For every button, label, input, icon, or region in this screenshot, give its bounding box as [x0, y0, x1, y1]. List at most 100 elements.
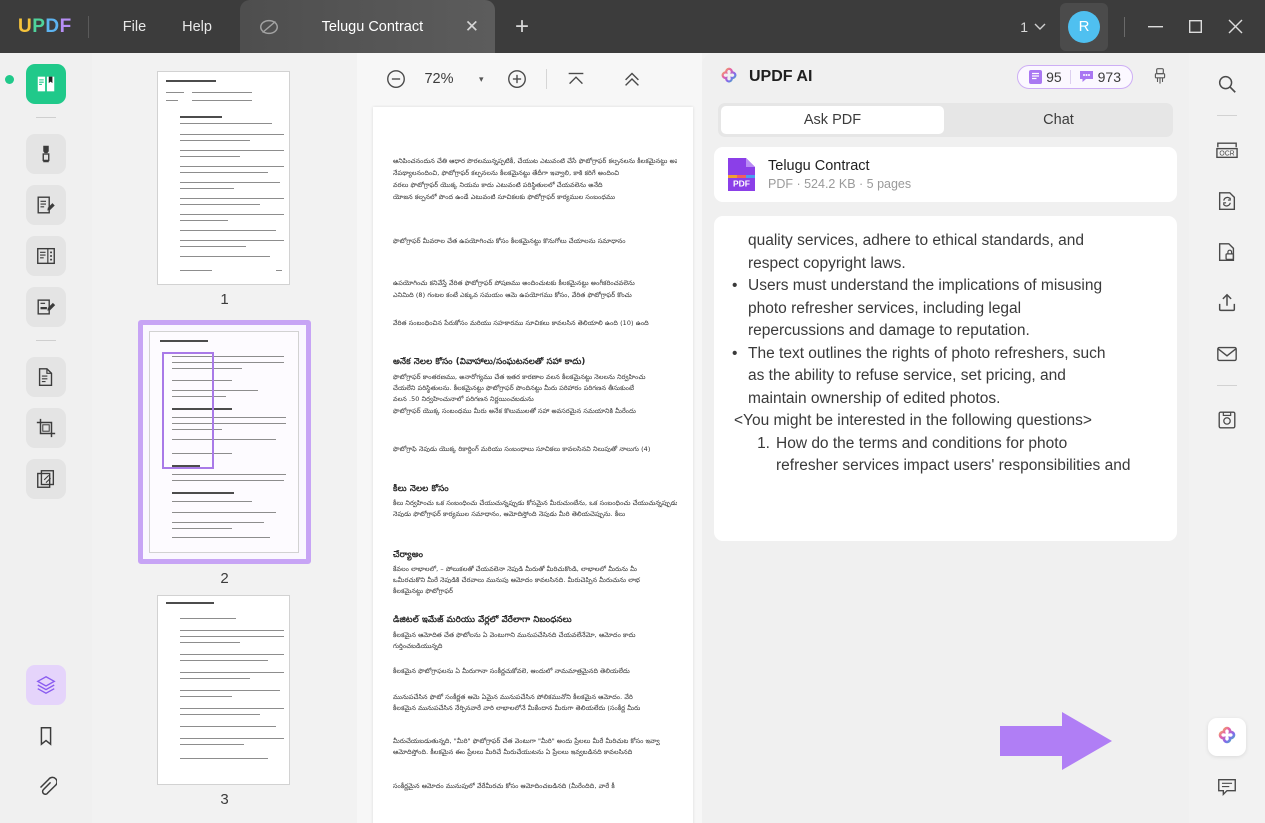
sidebar-page-copy[interactable] [26, 357, 66, 397]
updf-ai-flower-icon [718, 66, 740, 88]
minimize-button[interactable] [1135, 7, 1175, 47]
file-meta: PDF · 524.2 KB · 5 pages [768, 177, 911, 191]
right-rail-divider-1 [1217, 115, 1237, 116]
zoom-in-button[interactable] [500, 62, 534, 96]
page-count-selector[interactable]: 1 [1020, 19, 1046, 35]
convert-tool[interactable] [1207, 181, 1247, 221]
thumbnail-page-2[interactable]: 2 [138, 320, 311, 587]
avatar: R [1068, 11, 1100, 43]
credits-divider [1070, 70, 1071, 84]
thumbnail-panel[interactable]: 1 [92, 53, 357, 823]
chat-line: maintain ownership of edited photos. [748, 388, 1159, 411]
save-tool[interactable] [1207, 400, 1247, 440]
title-bar: U P D F File Help Telugu Contract ✕ + 1 [0, 0, 1265, 53]
sidebar-combine[interactable] [26, 459, 66, 499]
thumbnail-page-3[interactable]: 3 [157, 595, 292, 808]
thumbnail-page-1[interactable]: 1 [157, 53, 292, 308]
window-controls-divider [1124, 17, 1125, 37]
share-upload-icon [1216, 292, 1238, 314]
ai-panel: UPDF AI 95 973 [702, 53, 1189, 823]
ocr-icon: OCR [1215, 139, 1239, 161]
document-credits: 95 [1029, 69, 1062, 85]
left-toolbar [0, 53, 92, 823]
chat-item-number: 1. [750, 433, 776, 456]
updf-window: U P D F File Help Telugu Contract ✕ + 1 [0, 0, 1265, 823]
updf-ai-tool[interactable] [1208, 718, 1246, 756]
collapse-button[interactable] [615, 62, 649, 96]
chat-message-area[interactable]: quality services, adhere to ethical stan… [714, 216, 1177, 541]
zoom-dropdown-button[interactable]: ▾ [479, 74, 484, 85]
credits-badge[interactable]: 95 973 [1017, 65, 1133, 89]
thumbnail-page-2-selection [138, 320, 311, 564]
document-tab[interactable]: Telugu Contract ✕ [240, 0, 495, 53]
close-icon [1228, 19, 1243, 34]
document-toolbar: 72% ▾ [357, 53, 702, 105]
chat-line: photo refresher services, including lega… [748, 298, 1159, 321]
close-button[interactable] [1215, 7, 1255, 47]
viewport-indicator[interactable] [162, 352, 214, 469]
tab-close-icon[interactable]: ✕ [465, 18, 479, 35]
window-controls: 1 R [1020, 3, 1265, 51]
logo-letter-d: D [45, 16, 59, 38]
copy-pages-icon [35, 366, 57, 388]
sidebar-bookmark[interactable] [26, 716, 66, 756]
sidebar-highlight[interactable] [26, 134, 66, 174]
sidebar-annotate[interactable] [26, 185, 66, 225]
new-tab-button[interactable]: + [515, 15, 529, 39]
chat-credits: 973 [1079, 69, 1121, 85]
document-credits-count: 95 [1046, 69, 1062, 85]
chat-line: quality services, adhere to ethical stan… [748, 230, 1159, 253]
comment-tool[interactable] [1207, 767, 1247, 807]
search-icon [1216, 73, 1238, 95]
maximize-icon [1189, 20, 1202, 33]
sidebar-layers[interactable] [26, 665, 66, 705]
sidebar-crop[interactable] [26, 408, 66, 448]
avatar-container[interactable]: R [1060, 3, 1108, 51]
email-tool[interactable] [1207, 334, 1247, 374]
updf-ai-flower-icon [1215, 725, 1239, 749]
menu-help[interactable]: Help [164, 13, 230, 41]
sidebar-edit-text[interactable] [26, 287, 66, 327]
fit-page-button[interactable] [559, 62, 593, 96]
thumbnail-page-1-label: 1 [157, 291, 292, 308]
file-card-text: Telugu Contract PDF · 524.2 KB · 5 pages [768, 158, 911, 191]
zoom-out-icon [385, 68, 407, 90]
share-tool[interactable] [1207, 283, 1247, 323]
ai-panel-header: UPDF AI 95 973 [702, 53, 1189, 101]
chat-line: as the ability to refuse service, set pr… [748, 365, 1159, 388]
clear-chat-button[interactable] [1143, 60, 1177, 94]
ocr-tool[interactable]: OCR [1207, 130, 1247, 170]
pdf-page-2: ఆనిపించనందున చేతి ఆధార పొరలమున్నప్పటికీ,… [373, 107, 693, 823]
ai-tab-bar: Ask PDF Chat [718, 103, 1173, 137]
comment-icon [1216, 776, 1238, 798]
chat-line: repercussions and damage to reputation. [748, 320, 1159, 343]
thumbnail-page-3-label: 3 [157, 791, 292, 808]
protect-tool[interactable] [1207, 232, 1247, 272]
sidebar-attachment[interactable] [26, 767, 66, 807]
search-tool[interactable] [1207, 64, 1247, 104]
maximize-button[interactable] [1175, 7, 1215, 47]
thumbnail-page-2-image [149, 331, 299, 553]
document-view[interactable]: ఆనిపించనందున చేతి ఆధార పొరలమున్నప్పటికీ,… [357, 105, 702, 823]
minimize-icon [1148, 26, 1163, 28]
tab-title: Telugu Contract [280, 19, 465, 35]
svg-text:OCR: OCR [1219, 151, 1234, 158]
zoom-out-button[interactable] [379, 62, 413, 96]
chat-line: How do the terms and conditions for phot… [776, 433, 1067, 456]
chevron-up-bar-icon [565, 68, 587, 90]
sidebar-organize[interactable] [26, 236, 66, 276]
document-credits-icon [1029, 70, 1042, 84]
menu-file[interactable]: File [105, 13, 164, 41]
tab-chat[interactable]: Chat [947, 106, 1170, 134]
tab-ask-pdf[interactable]: Ask PDF [721, 106, 944, 134]
edit-pen-icon [35, 296, 57, 318]
bullet-icon: • [732, 343, 748, 366]
file-name: Telugu Contract [768, 158, 911, 174]
sidebar-reader[interactable] [26, 64, 66, 104]
zoom-level[interactable]: 72% [413, 71, 465, 87]
titlebar-divider [88, 16, 89, 38]
purple-arrow-annotation [1000, 712, 1112, 770]
chat-bullet-item: • Users must understand the implications… [732, 275, 1159, 298]
file-card[interactable]: PDF Telugu Contract PDF · 524.2 KB · 5 p… [714, 147, 1177, 202]
pdf-slash-icon [258, 16, 280, 38]
